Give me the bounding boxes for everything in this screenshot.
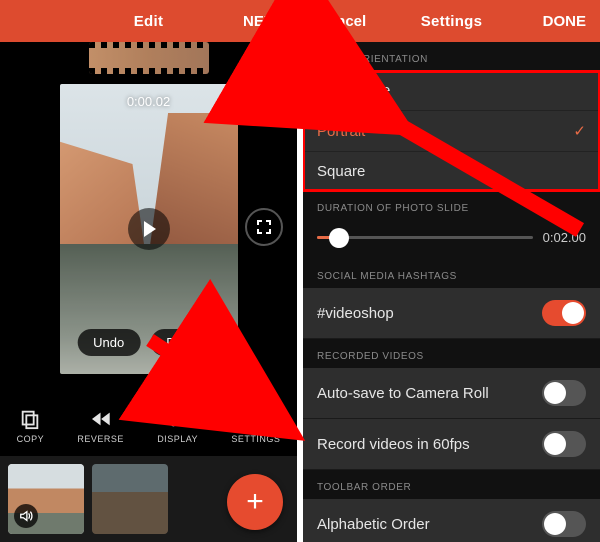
slider-thumb[interactable] [329,228,349,248]
check-icon: ✓ [573,122,586,140]
settings-button[interactable]: SETTINGS [231,408,280,444]
orientation-square-label: Square [317,163,365,180]
clip-thumbnail[interactable] [92,464,168,534]
section-toolbar-order-title: TOOLBAR ORDER [303,470,600,499]
timestamp-label: 0:00.02 [127,94,170,109]
duration-slider[interactable] [317,236,533,239]
play-button[interactable] [128,208,170,250]
copy-icon [19,408,41,430]
orientation-portrait-label: Portrait [317,123,365,140]
undo-button[interactable]: Undo [77,329,140,356]
alphabetic-label: Alphabetic Order [317,516,430,533]
preview-stage: 0:00.02 Undo Delete [0,74,297,396]
hashtag-label: #videoshop [317,305,394,322]
reverse-icon [90,408,112,430]
settings-header: Cancel Settings DONE [303,0,600,42]
hashtag-toggle[interactable] [542,300,586,326]
orientation-portrait[interactable]: Portrait ✓ [303,111,600,152]
settings-screen: Cancel Settings DONE VIDEO ORIENTATION L… [303,0,600,542]
sixtyfps-toggle[interactable] [542,431,586,457]
section-recorded-title: RECORDED VIDEOS [303,339,600,368]
alphabetic-row[interactable]: Alphabetic Order [303,499,600,542]
copy-label: COPY [17,434,45,444]
edit-title: Edit [134,13,164,30]
duration-value: 0:02.00 [543,230,586,245]
settings-title: Settings [421,13,483,30]
autosave-row[interactable]: Auto-save to Camera Roll [303,368,600,419]
orientation-options: Landscape Portrait ✓ Square [303,71,600,191]
play-icon [142,221,158,237]
edit-toolbar: COPY REVERSE DISPLAY SETTINGS [0,396,297,456]
alphabetic-toggle[interactable] [542,511,586,537]
section-hashtags-title: SOCIAL MEDIA HASHTAGS [303,259,600,288]
video-preview[interactable]: 0:00.02 Undo Delete [60,84,238,374]
volume-button[interactable] [14,504,38,528]
next-button[interactable]: NEXT [223,13,283,30]
sixtyfps-label: Record videos in 60fps [317,436,470,453]
delete-button[interactable]: Delete [150,329,220,356]
clip-thumbnails: + [0,456,297,542]
done-button[interactable]: DONE [526,13,586,30]
section-orientation-title: VIDEO ORIENTATION [303,42,600,71]
autosave-label: Auto-save to Camera Roll [317,385,489,402]
orientation-landscape[interactable]: Landscape [303,71,600,111]
reverse-label: REVERSE [77,434,124,444]
duration-slider-row: 0:02.00 [303,220,600,259]
section-duration-title: DURATION OF PHOTO SLIDE [303,191,600,220]
plus-icon: + [246,485,264,519]
edit-screen: Edit NEXT 0:00.02 Undo Delete [0,0,297,542]
display-label: DISPLAY [157,434,198,444]
display-button[interactable]: DISPLAY [157,408,198,444]
settings-label: SETTINGS [231,434,280,444]
fullscreen-button[interactable] [245,208,283,246]
copy-button[interactable]: COPY [17,408,45,444]
sixtyfps-row[interactable]: Record videos in 60fps [303,419,600,470]
clip-thumbnail[interactable] [8,464,84,534]
reverse-button[interactable]: REVERSE [77,408,124,444]
volume-icon [19,509,33,523]
timeline-strip[interactable] [89,42,209,74]
hashtag-row[interactable]: #videoshop [303,288,600,339]
edit-header: Edit NEXT [0,0,297,42]
cancel-button[interactable]: Cancel [317,13,377,30]
orientation-landscape-label: Landscape [317,82,390,99]
gear-icon [245,408,267,430]
autosave-toggle[interactable] [542,380,586,406]
display-icon [167,408,189,430]
fullscreen-icon [257,220,271,234]
orientation-square[interactable]: Square [303,152,600,191]
add-clip-button[interactable]: + [227,474,283,530]
